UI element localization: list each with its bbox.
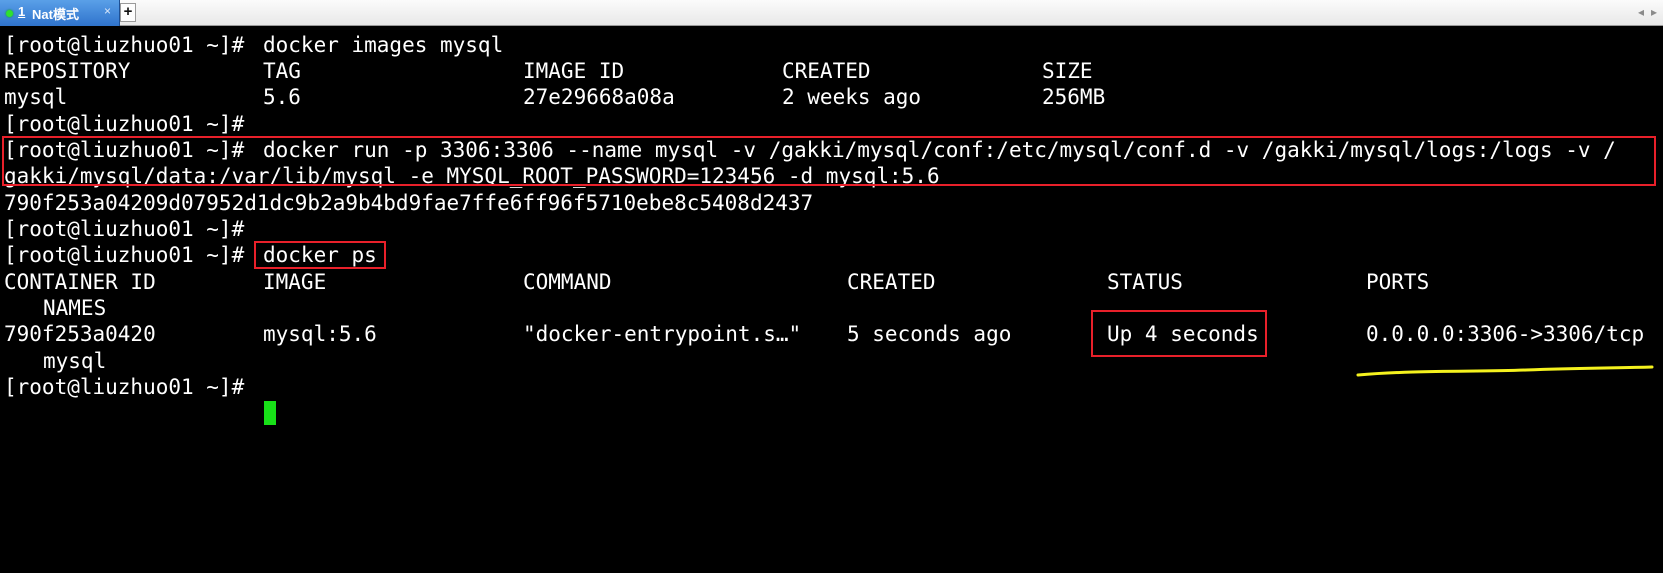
column-header-names: NAMES <box>43 296 107 320</box>
images-table-row: mysql 5.6 27e29668a08a 2 weeks ago 256MB <box>4 84 1105 110</box>
container-image: mysql:5.6 <box>263 322 377 346</box>
image-repository: mysql <box>4 85 68 109</box>
shell-prompt: [root@liuzhuo01 ~]# <box>4 375 245 399</box>
close-tab-icon[interactable]: × <box>104 4 111 18</box>
column-header-image-id: IMAGE ID <box>523 59 625 83</box>
container-status: Up 4 seconds <box>1107 322 1259 346</box>
shell-prompt: [root@liuzhuo01 ~]# <box>4 217 245 241</box>
column-header-created: CREATED <box>782 59 871 83</box>
column-header-status: STATUS <box>1107 270 1183 294</box>
image-size: 256MB <box>1042 85 1106 109</box>
terminal-line: [root@liuzhuo01 ~]# <box>4 111 244 137</box>
column-header-command: COMMAND <box>523 270 612 294</box>
terminal-line: 790f253a04209d07952d1dc9b2a9b4bd9fae7ffe… <box>4 190 813 216</box>
terminal-cursor <box>264 401 276 425</box>
column-header-created: CREATED <box>847 270 936 294</box>
highlight-ports-underline <box>1356 365 1654 377</box>
add-tab-button[interactable]: + <box>120 3 136 22</box>
terminal-line: gakki/mysql/data:/var/lib/mysql -e MYSQL… <box>4 163 940 189</box>
terminal-line: [root@liuzhuo01 ~]# docker images mysql <box>4 32 503 58</box>
container-hash: 790f253a04209d07952d1dc9b2a9b4bd9fae7ffe… <box>4 191 814 215</box>
session-tab-bar: 1 Nat模式 × + ◂ ▸ <box>0 0 1663 26</box>
column-header-ports: PORTS <box>1366 270 1430 294</box>
container-id: 790f253a0420 <box>4 322 156 346</box>
container-ports: 0.0.0.0:3306->3306/tcp <box>1366 322 1645 346</box>
connection-status-icon <box>6 10 13 17</box>
container-created: 5 seconds ago <box>847 322 1012 346</box>
tab-number: 1 <box>18 4 26 19</box>
shell-prompt: [root@liuzhuo01 ~]# <box>4 138 245 162</box>
shell-prompt: [root@liuzhuo01 ~]# <box>4 33 245 57</box>
images-table-header: REPOSITORY TAG IMAGE ID CREATED SIZE <box>4 58 1093 84</box>
docker-ps-command: docker ps <box>263 243 377 267</box>
terminal-output[interactable]: [root@liuzhuo01 ~]# docker images mysql … <box>0 27 1663 573</box>
image-id: 27e29668a08a <box>523 85 675 109</box>
docker-run-command-continued: gakki/mysql/data:/var/lib/mysql -e MYSQL… <box>4 164 940 188</box>
shell-prompt: [root@liuzhuo01 ~]# <box>4 243 245 267</box>
column-header-container-id: CONTAINER ID <box>4 270 156 294</box>
column-header-repository: REPOSITORY <box>4 59 131 83</box>
docker-run-command: docker run -p 3306:3306 --name mysql -v … <box>263 138 1616 162</box>
terminal-line: [root@liuzhuo01 ~]# <box>4 374 244 400</box>
column-header-tag: TAG <box>263 59 301 83</box>
command-text: docker images mysql <box>263 33 504 57</box>
terminal-line: [root@liuzhuo01 ~]# docker ps <box>4 242 377 268</box>
ps-table-header-wrap: NAMES <box>4 295 106 321</box>
column-header-size: SIZE <box>1042 59 1093 83</box>
image-created: 2 weeks ago <box>782 85 922 109</box>
container-name: mysql <box>43 349 107 373</box>
terminal-line: [root@liuzhuo01 ~]# <box>4 216 244 242</box>
tab-title: Nat模式 <box>32 7 79 22</box>
image-tag: 5.6 <box>263 85 301 109</box>
session-tab-nat[interactable]: 1 Nat模式 × <box>0 0 120 26</box>
scroll-tabs-left-icon[interactable]: ◂ <box>1638 5 1644 19</box>
ps-table-row-wrap: mysql <box>4 348 106 374</box>
scroll-tabs-right-icon[interactable]: ▸ <box>1651 5 1657 19</box>
ps-table-header: CONTAINER ID IMAGE COMMAND CREATED STATU… <box>4 269 1429 295</box>
shell-prompt: [root@liuzhuo01 ~]# <box>4 112 245 136</box>
container-command: "docker-entrypoint.s…" <box>523 322 802 346</box>
ps-table-row: 790f253a0420 mysql:5.6 "docker-entrypoin… <box>4 321 1644 347</box>
terminal-line: [root@liuzhuo01 ~]# docker run -p 3306:3… <box>4 137 1616 163</box>
column-header-image: IMAGE <box>263 270 327 294</box>
